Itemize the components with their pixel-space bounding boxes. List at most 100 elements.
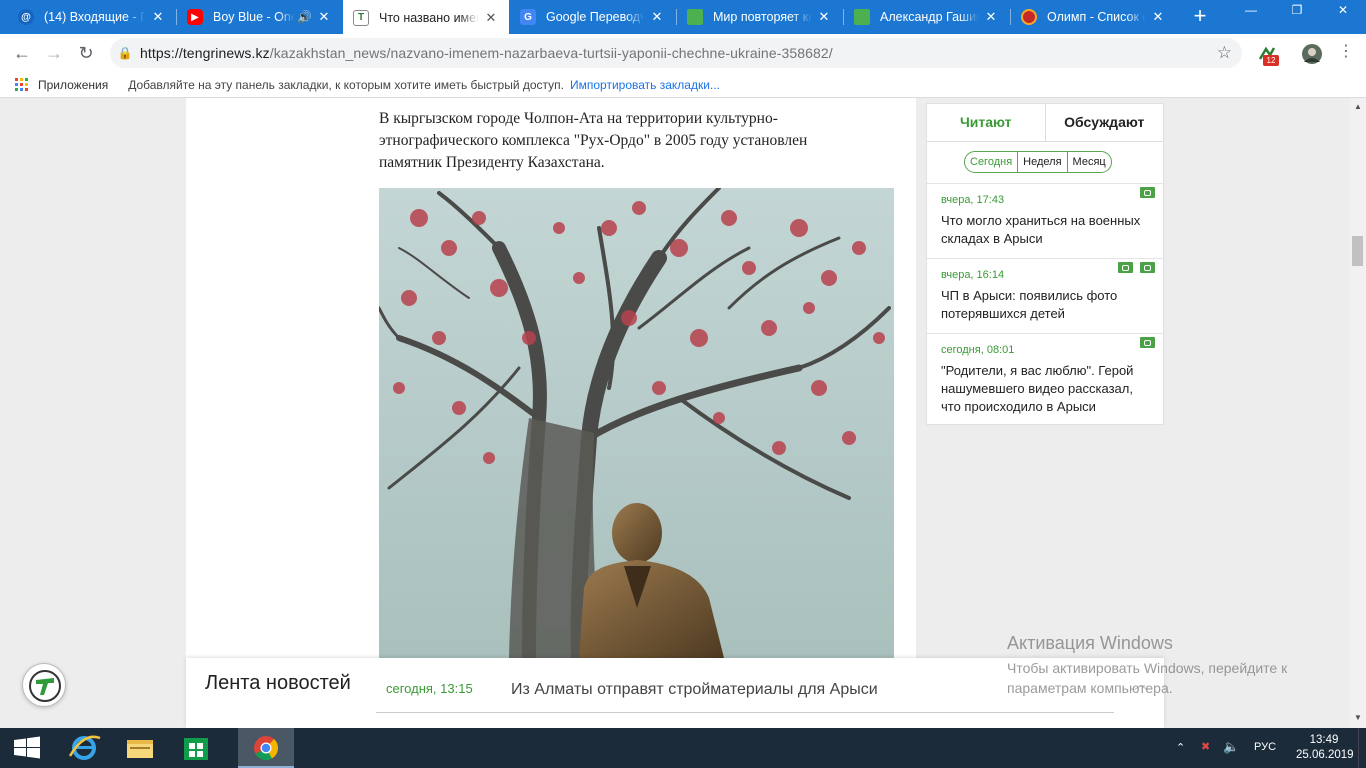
close-icon[interactable]: ✕	[316, 9, 332, 25]
article-column: В кыргызском городе Чолпон-Ата на террит…	[186, 98, 916, 728]
tab-title: Что названо именем	[379, 10, 479, 25]
video-icon	[1140, 337, 1155, 348]
tab-youtube[interactable]: ▶ Boy Blue - One 🔊 ✕	[177, 0, 342, 34]
bookmark-star-icon[interactable]: ☆	[1217, 43, 1232, 63]
apps-link[interactable]: Приложения	[38, 78, 108, 92]
tab-title: Александр Гашин	[880, 10, 979, 24]
close-icon[interactable]: ✕	[649, 9, 665, 25]
close-window-button[interactable]: ✕	[1320, 0, 1366, 20]
period-today[interactable]: Сегодня	[965, 152, 1017, 172]
volume-icon[interactable]: 🔈	[1223, 739, 1239, 755]
tab-google-translate[interactable]: G Google Переводчик ✕	[510, 0, 675, 34]
tab-title: Boy Blue - One	[213, 10, 296, 24]
popular-sidebar: Читают Обсуждают Сегодня Неделя Месяц вч…	[926, 103, 1164, 425]
news-title[interactable]: "Родители, я вас люблю". Герой нашумевше…	[941, 362, 1146, 416]
period-week[interactable]: Неделя	[1017, 152, 1066, 172]
period-month[interactable]: Месяц	[1066, 152, 1111, 172]
speaker-icon[interactable]: 🔊	[297, 10, 312, 24]
tab-strip: @ (14) Входящие - Почта ✕ ▶ Boy Blue - O…	[0, 0, 1366, 35]
taskbar-clock[interactable]: 13:49 25.06.2019	[1296, 733, 1354, 763]
list-item[interactable]: вчера, 17:43 Что могло храниться на воен…	[927, 183, 1163, 258]
profile-avatar[interactable]	[1301, 43, 1323, 65]
olimp-icon	[1021, 9, 1037, 25]
clock-date: 25.06.2019	[1296, 749, 1354, 761]
google-translate-icon: G	[520, 9, 536, 25]
tab-tengrinews[interactable]: T Что названо именем ✕	[343, 0, 509, 35]
tengrinews-icon: T	[353, 9, 369, 26]
network-warning-icon[interactable]: ✖	[1201, 740, 1210, 753]
tray-expand-icon[interactable]: ⌃	[1176, 741, 1185, 754]
chrome-icon	[254, 736, 279, 761]
photo-icon	[1118, 262, 1133, 273]
article-paragraph: В кыргызском городе Чолпон-Ата на террит…	[379, 110, 808, 171]
start-button[interactable]	[0, 728, 56, 768]
extension-badge: 12	[1263, 55, 1279, 66]
close-icon[interactable]: ✕	[983, 9, 999, 25]
news-feed-label[interactable]: Лента новостей	[205, 672, 351, 695]
page-scrollbar[interactable]: ▲ ▼	[1350, 98, 1366, 728]
news-time: вчера, 16:14	[941, 269, 1005, 281]
article-photo[interactable]	[379, 188, 894, 658]
taskbar-store[interactable]	[168, 728, 224, 768]
lock-icon[interactable]: 🔒	[110, 46, 140, 60]
bookmarks-hint: Добавляйте на эту панель закладки, к кот…	[128, 77, 564, 92]
clock-time: 13:49	[1309, 734, 1339, 746]
tab-reading[interactable]: Читают	[927, 104, 1046, 141]
close-icon[interactable]: ✕	[150, 9, 166, 25]
video-icon	[1140, 262, 1155, 273]
news-title[interactable]: ЧП в Арыси: появились фото потерявшихся …	[941, 287, 1141, 323]
tab-discussing[interactable]: Обсуждают	[1046, 104, 1164, 141]
page-icon	[854, 9, 870, 25]
bookmarks-bar: Приложения Добавляйте на эту панель закл…	[0, 72, 1366, 98]
scroll-down-icon[interactable]: ▼	[1354, 713, 1362, 722]
restore-button[interactable]: ❐	[1274, 0, 1320, 20]
list-item[interactable]: сегодня, 08:01 "Родители, я вас люблю". …	[927, 333, 1163, 425]
monument-photo-image	[379, 188, 894, 658]
close-icon[interactable]: ✕	[483, 10, 499, 26]
youtube-icon: ▶	[187, 9, 203, 25]
scroll-thumb[interactable]	[1352, 236, 1363, 266]
forward-button[interactable]: →	[42, 41, 66, 65]
windows-activation-watermark: Активация Windows Чтобы активировать Win…	[1007, 633, 1337, 698]
apps-icon[interactable]	[15, 78, 28, 91]
url-path: /kazakhstan_news/nazvano-imenem-nazarbae…	[269, 45, 833, 61]
language-indicator[interactable]: РУС	[1254, 741, 1276, 753]
tengrinews-logo-button[interactable]	[22, 663, 66, 707]
windows-taskbar: ⌃ ✖ 🔈 РУС 13:49 25.06.2019	[0, 728, 1366, 768]
photo-icon	[1140, 187, 1155, 198]
list-item[interactable]: вчера, 16:14 ЧП в Арыси: появились фото …	[927, 258, 1163, 333]
tab-mir[interactable]: Мир повторяет кн ✕	[677, 0, 842, 34]
scroll-up-icon[interactable]: ▲	[1354, 102, 1362, 111]
news-feed-headline[interactable]: Из Алматы отправят стройматериалы для Ар…	[511, 681, 878, 699]
tab-title: Олимп - Список с	[1047, 10, 1146, 24]
page-icon	[687, 9, 703, 25]
taskbar-ie[interactable]	[56, 728, 112, 768]
minimize-button[interactable]: —	[1228, 0, 1274, 20]
new-tab-button[interactable]: +	[1188, 4, 1212, 28]
tab-title: Google Переводчик	[546, 10, 645, 24]
internet-explorer-icon	[68, 735, 101, 760]
show-desktop-button[interactable]	[1358, 728, 1366, 768]
activation-title: Активация Windows	[1007, 633, 1173, 653]
address-bar[interactable]: 🔒 https://tengrinews.kz/kazakhstan_news/…	[110, 38, 1242, 68]
folder-icon	[127, 740, 153, 758]
news-title[interactable]: Что могло храниться на военных складах в…	[941, 212, 1141, 248]
url-text[interactable]: https://tengrinews.kz/kazakhstan_news/na…	[140, 45, 833, 61]
menu-icon[interactable]: ⋮	[1338, 44, 1354, 60]
windows-logo-icon	[14, 736, 40, 759]
back-button[interactable]: ←	[10, 41, 34, 65]
tab-gashin[interactable]: Александр Гашин ✕	[844, 0, 1009, 34]
tab-mail[interactable]: @ (14) Входящие - Почта ✕	[8, 0, 176, 34]
taskbar-chrome[interactable]	[238, 728, 294, 768]
close-icon[interactable]: ✕	[1150, 9, 1166, 25]
reload-button[interactable]: ↻	[74, 41, 98, 65]
taskbar-explorer[interactable]	[112, 728, 168, 768]
browser-toolbar: ← → ↻ 🔒 https://tengrinews.kz/kazakhstan…	[0, 34, 1366, 72]
store-icon	[184, 738, 208, 760]
tab-olimp[interactable]: Олимп - Список с ✕	[1011, 0, 1176, 34]
import-bookmarks-link[interactable]: Импортировать закладки...	[570, 78, 720, 92]
tengri-logo-icon	[29, 670, 61, 702]
tab-title: (14) Входящие - Почта	[44, 10, 146, 24]
close-icon[interactable]: ✕	[816, 9, 832, 25]
activation-text: Чтобы активировать Windows, перейдите к …	[1007, 660, 1288, 696]
